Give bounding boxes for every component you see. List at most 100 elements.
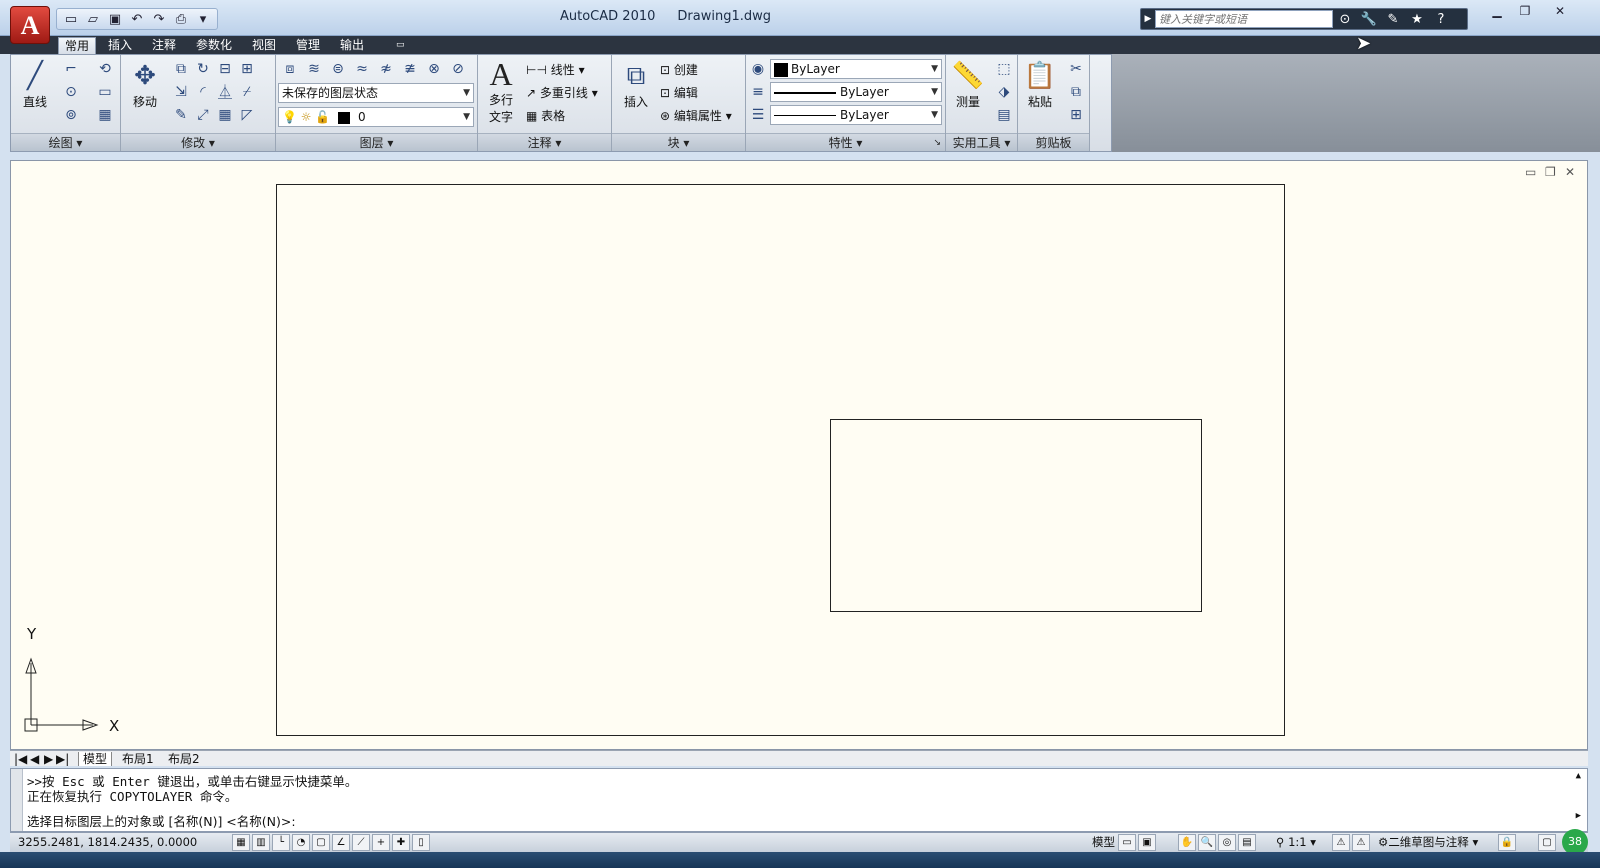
- scroll-right-icon[interactable]: ▶: [1576, 811, 1581, 821]
- drawing-close-icon[interactable]: ✕: [1565, 165, 1575, 179]
- panel-block-title[interactable]: 块 ▾: [612, 133, 745, 151]
- scroll-up-icon[interactable]: ▲: [1576, 771, 1581, 781]
- drawing-minimize-icon[interactable]: ▭: [1525, 165, 1536, 179]
- paste-button[interactable]: 📋 粘贴: [1020, 59, 1060, 110]
- quick-select-icon[interactable]: ⬚: [994, 59, 1014, 79]
- color-dropdown[interactable]: ByLayer ▼: [770, 59, 942, 79]
- otrack-icon[interactable]: ∠: [332, 834, 350, 851]
- insert-block-button[interactable]: ⧉ 插入: [616, 59, 656, 110]
- mtext-button[interactable]: A 多行 文字: [482, 57, 520, 125]
- layer-walk-icon[interactable]: ⊗: [424, 59, 444, 79]
- table-button[interactable]: ▦ 表格: [526, 107, 565, 124]
- line-button[interactable]: ╱ 直线: [15, 59, 55, 110]
- panel-utilities-title[interactable]: 实用工具 ▾: [946, 133, 1017, 151]
- measure-button[interactable]: 📏 测量: [948, 59, 988, 110]
- undo-icon[interactable]: ↶: [127, 10, 147, 28]
- toolbar-lock-icon[interactable]: 🔒: [1498, 834, 1516, 851]
- tab-annotate[interactable]: 注释: [146, 37, 182, 54]
- workspace-switch[interactable]: ⚙二维草图与注释 ▾: [1378, 833, 1478, 851]
- ribbon-minimize-icon[interactable]: ▭: [390, 37, 411, 54]
- tab-output[interactable]: 输出: [334, 37, 370, 54]
- fillet-icon[interactable]: ◜: [193, 82, 213, 102]
- prev-tab-icon[interactable]: ◀: [30, 752, 39, 766]
- binoculars-icon[interactable]: ⊙: [1333, 9, 1357, 29]
- layer-off-icon[interactable]: ⊜: [328, 59, 348, 79]
- auto-scale-icon[interactable]: ⚠: [1352, 834, 1370, 851]
- layer-freeze-icon[interactable]: ≉: [376, 59, 396, 79]
- rotate-icon[interactable]: ↻: [193, 59, 213, 79]
- first-tab-icon[interactable]: |◀: [14, 752, 27, 766]
- hatch-icon[interactable]: ▦: [95, 105, 115, 125]
- qat-dropdown-icon[interactable]: ▾: [193, 10, 213, 28]
- linetype-dropdown[interactable]: ByLayer ▼: [770, 105, 942, 125]
- panel-modify-title[interactable]: 修改 ▾: [121, 133, 275, 151]
- tab-insert[interactable]: 插入: [102, 37, 138, 54]
- last-tab-icon[interactable]: ▶|: [56, 752, 69, 766]
- select-similar-icon[interactable]: ⬗: [994, 82, 1014, 102]
- layer-isolate-icon[interactable]: ≋: [304, 59, 324, 79]
- polyline-icon[interactable]: ⌐: [61, 59, 81, 79]
- clean-screen-icon[interactable]: ▢: [1538, 834, 1556, 851]
- stretch-icon[interactable]: ⇲: [171, 82, 191, 102]
- ortho-icon[interactable]: └: [272, 834, 290, 851]
- polar-icon[interactable]: ◔: [292, 834, 310, 851]
- break-icon[interactable]: ⌿: [237, 82, 257, 102]
- trim-icon[interactable]: ⊟: [215, 59, 235, 79]
- panel-annotation-title[interactable]: 注释 ▾: [478, 133, 611, 151]
- panel-draw-title[interactable]: 绘图 ▾: [11, 133, 120, 151]
- drawing-restore-icon[interactable]: ❐: [1545, 165, 1556, 179]
- scale-icon[interactable]: ⤢: [193, 105, 213, 125]
- minimize-icon[interactable]: ▁: [1484, 2, 1510, 20]
- tab-view[interactable]: 视图: [246, 37, 282, 54]
- favorites-icon[interactable]: ★: [1405, 9, 1429, 29]
- save-icon[interactable]: ▣: [105, 10, 125, 28]
- infer-constraints-icon[interactable]: ▦: [232, 834, 250, 851]
- layer-properties-icon[interactable]: ⧈: [280, 59, 300, 79]
- help-icon[interactable]: ?: [1429, 9, 1453, 29]
- linetype-icon[interactable]: ☰: [748, 105, 768, 125]
- restore-icon[interactable]: ❐: [1512, 2, 1538, 20]
- command-prompt[interactable]: 选择目标图层上的对象或 [名称(N)] <名称(N)>:: [27, 811, 296, 830]
- layer-match-icon[interactable]: ≈: [352, 59, 372, 79]
- search-input[interactable]: [1155, 10, 1333, 28]
- tab-layout2[interactable]: 布局2: [164, 752, 204, 766]
- lineweight-toggle-icon[interactable]: ✚: [392, 834, 410, 851]
- application-menu-button[interactable]: A: [10, 6, 50, 44]
- communication-icon[interactable]: ✎: [1381, 9, 1405, 29]
- arc-icon[interactable]: ⟲: [95, 59, 115, 79]
- subscription-icon[interactable]: 🔧: [1357, 9, 1381, 29]
- linear-dim-button[interactable]: ⊢⊣ 线性 ▾: [526, 61, 585, 78]
- tab-model[interactable]: 模型: [78, 752, 113, 766]
- model-space-label[interactable]: 模型: [1092, 833, 1115, 851]
- erase-icon[interactable]: ✎: [171, 105, 191, 125]
- osnap-icon[interactable]: ▢: [312, 834, 330, 851]
- lineweight-dropdown[interactable]: ByLayer ▼: [770, 82, 942, 102]
- match-properties-icon[interactable]: ◉: [748, 59, 768, 79]
- rect-array-icon[interactable]: ▦: [215, 105, 235, 125]
- layer-merge-icon[interactable]: ⊘: [448, 59, 468, 79]
- panel-properties-title[interactable]: 特性 ▾ ↘: [746, 133, 945, 151]
- redo-icon[interactable]: ↷: [149, 10, 169, 28]
- lineweight-icon[interactable]: ≡: [748, 82, 768, 102]
- annotation-scale[interactable]: ⚲ 1:1 ▾: [1276, 833, 1316, 851]
- array-icon[interactable]: ⊞: [237, 59, 257, 79]
- edit-attributes-button[interactable]: ⊛ 编辑属性 ▾: [660, 107, 732, 124]
- circle-icon[interactable]: ⊙: [61, 82, 81, 102]
- rectangle-icon[interactable]: ▭: [95, 82, 115, 102]
- grid-icon[interactable]: ▥: [252, 834, 270, 851]
- expand-arrow-icon[interactable]: ▶: [1141, 14, 1155, 24]
- chamfer-icon[interactable]: ◸: [237, 105, 257, 125]
- calculator-icon[interactable]: ▤: [994, 105, 1014, 125]
- move-button[interactable]: ✥ 移动: [125, 59, 165, 110]
- copy-clip-icon[interactable]: ⧉: [1066, 82, 1086, 102]
- quick-view-layouts-icon[interactable]: ▭: [1118, 834, 1136, 851]
- match-prop-icon[interactable]: ⊞: [1066, 105, 1086, 125]
- layer-lock-icon[interactable]: ≇: [400, 59, 420, 79]
- mirror-icon[interactable]: ⏅: [215, 82, 235, 102]
- drawing-canvas[interactable]: ▭ ❐ ✕ Y X: [10, 160, 1588, 750]
- layer-dropdown[interactable]: 💡 ☼ 🔓 0 ▼: [278, 107, 474, 127]
- new-icon[interactable]: ▭: [61, 10, 81, 28]
- inner-rectangle[interactable]: [830, 419, 1202, 612]
- cut-icon[interactable]: ✂: [1066, 59, 1086, 79]
- dyn-icon[interactable]: +: [372, 834, 390, 851]
